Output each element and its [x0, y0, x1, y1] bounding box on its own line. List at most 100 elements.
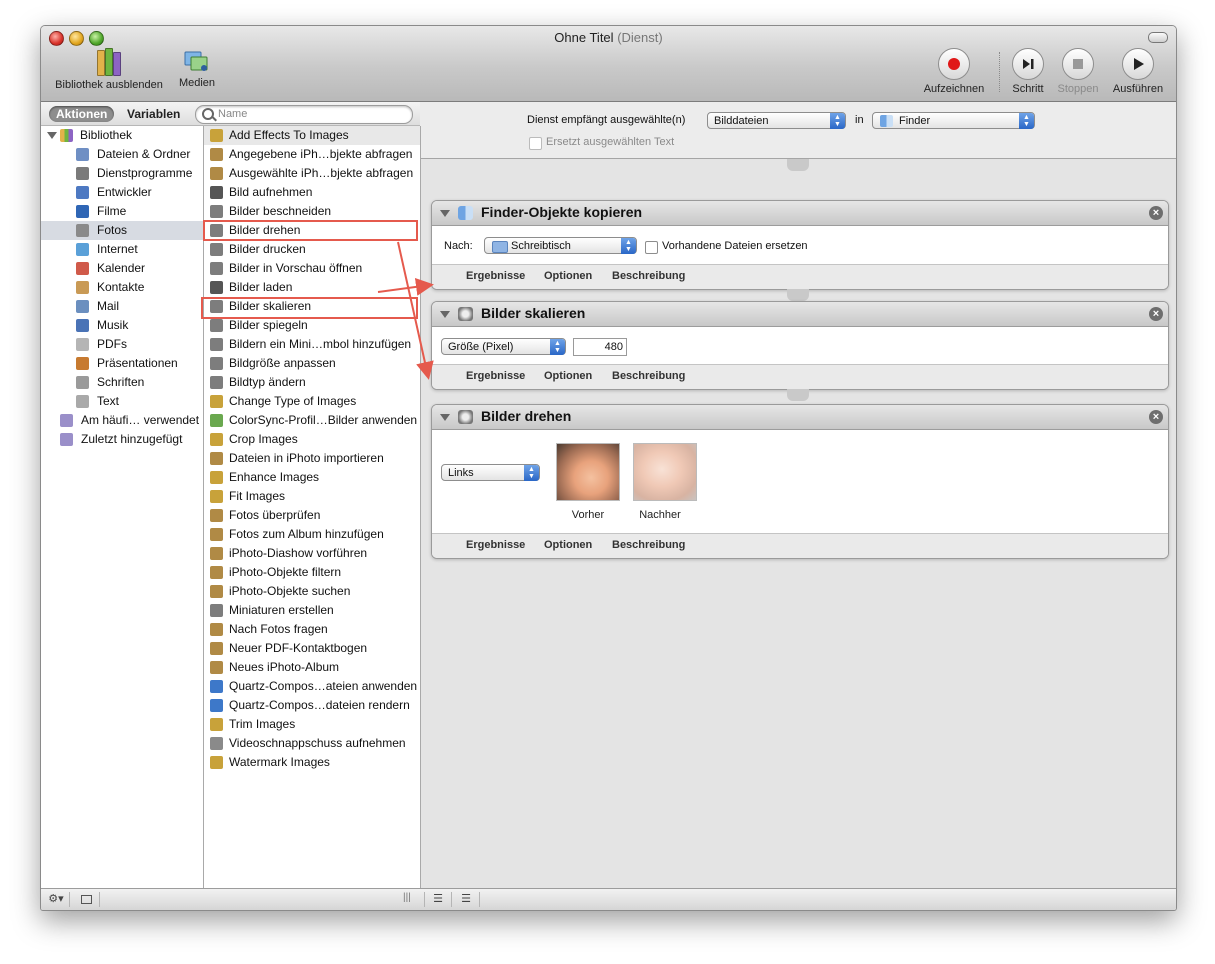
- action-item[interactable]: Miniaturen erstellen: [204, 601, 420, 620]
- action-item[interactable]: iPhoto-Objekte filtern: [204, 563, 420, 582]
- collapse-triangle-icon[interactable]: [440, 210, 450, 217]
- panel-title-bar[interactable]: Bilder skalieren ×: [432, 302, 1168, 327]
- action-item-label: Bilder laden: [229, 280, 293, 294]
- library-root[interactable]: Bibliothek: [41, 126, 203, 145]
- compact-view-button[interactable]: ☰: [453, 892, 480, 907]
- library-item[interactable]: Präsentationen: [41, 354, 203, 373]
- replace-text-checkbox[interactable]: [529, 137, 542, 150]
- close-panel-icon[interactable]: ×: [1149, 410, 1163, 424]
- tab-results[interactable]: Ergebnisse: [466, 270, 525, 282]
- action-item[interactable]: Videoschnappschuss aufnehmen: [204, 734, 420, 753]
- close-panel-icon[interactable]: ×: [1149, 307, 1163, 321]
- action-icon: [210, 642, 223, 655]
- library-item[interactable]: Kontakte: [41, 278, 203, 297]
- collapse-triangle-icon[interactable]: [440, 414, 450, 421]
- panel-title-bar[interactable]: Finder-Objekte kopieren ×: [432, 201, 1168, 226]
- action-item[interactable]: Bilder drucken: [204, 240, 420, 259]
- action-item[interactable]: Watermark Images: [204, 753, 420, 772]
- library-item[interactable]: Filme: [41, 202, 203, 221]
- tab-results[interactable]: Ergebnisse: [466, 539, 525, 551]
- text-icon: [76, 395, 89, 408]
- tab-results[interactable]: Ergebnisse: [466, 370, 525, 382]
- library-item[interactable]: Text: [41, 392, 203, 411]
- library-item[interactable]: Dienstprogramme: [41, 164, 203, 183]
- variables-segment[interactable]: Variablen: [127, 107, 180, 121]
- replace-files-checkbox[interactable]: [645, 241, 658, 254]
- actions-segment[interactable]: Aktionen: [49, 106, 115, 122]
- tab-options[interactable]: Optionen: [544, 539, 592, 551]
- tab-options[interactable]: Optionen: [544, 270, 592, 282]
- action-item[interactable]: Change Type of Images: [204, 392, 420, 411]
- action-item[interactable]: Angegebene iPh…bjekte abfragen: [204, 145, 420, 164]
- library-item[interactable]: Entwickler: [41, 183, 203, 202]
- destination-popup[interactable]: Schreibtisch ▲ ▼: [484, 237, 637, 254]
- tab-description[interactable]: Beschreibung: [612, 539, 685, 551]
- action-item[interactable]: Neuer PDF-Kontaktbogen: [204, 639, 420, 658]
- action-item[interactable]: Bilder laden: [204, 278, 420, 297]
- action-item[interactable]: Crop Images: [204, 430, 420, 449]
- action-item[interactable]: Fit Images: [204, 487, 420, 506]
- collapse-triangle-icon[interactable]: [440, 311, 450, 318]
- action-icon: [210, 623, 223, 636]
- action-icon: [210, 699, 223, 712]
- close-panel-icon[interactable]: ×: [1149, 206, 1163, 220]
- library-item[interactable]: Schriften: [41, 373, 203, 392]
- library-item[interactable]: Fotos: [41, 221, 203, 240]
- tab-options[interactable]: Optionen: [544, 370, 592, 382]
- list-view-button[interactable]: ☰: [424, 892, 452, 907]
- action-item[interactable]: Add Effects To Images: [204, 126, 420, 145]
- library-item[interactable]: Dateien & Ordner: [41, 145, 203, 164]
- tab-description[interactable]: Beschreibung: [612, 270, 685, 282]
- action-item[interactable]: Fotos überprüfen: [204, 506, 420, 525]
- column-resize-grip-icon[interactable]: |||: [403, 892, 411, 903]
- search-field[interactable]: Name: [195, 105, 413, 124]
- action-item[interactable]: Nach Fotos fragen: [204, 620, 420, 639]
- library-item[interactable]: Musik: [41, 316, 203, 335]
- scale-mode-popup[interactable]: Größe (Pixel) ▲ ▼: [441, 338, 566, 355]
- in-popup[interactable]: Finder ▲ ▼: [872, 112, 1035, 129]
- smart-folder-item[interactable]: Am häufi… verwendet: [41, 411, 203, 430]
- panel-connector: [787, 159, 809, 171]
- action-item[interactable]: iPhoto-Objekte suchen: [204, 582, 420, 601]
- tab-description[interactable]: Beschreibung: [612, 370, 685, 382]
- step-button[interactable]: Schritt: [1007, 48, 1049, 95]
- panel-title-bar[interactable]: Bilder drehen ×: [432, 405, 1168, 430]
- action-item[interactable]: Bildern ein Mini…mbol hinzufügen: [204, 335, 420, 354]
- record-button[interactable]: Aufzeichnen: [919, 48, 989, 95]
- receives-popup[interactable]: Bilddateien ▲ ▼: [707, 112, 846, 129]
- library-item[interactable]: Mail: [41, 297, 203, 316]
- action-item[interactable]: Bildtyp ändern: [204, 373, 420, 392]
- library-item[interactable]: PDFs: [41, 335, 203, 354]
- smart-folder-item[interactable]: Zuletzt hinzugefügt: [41, 430, 203, 449]
- action-item[interactable]: Fotos zum Album hinzufügen: [204, 525, 420, 544]
- action-item[interactable]: Enhance Images: [204, 468, 420, 487]
- action-item[interactable]: Quartz-Compos…dateien rendern: [204, 696, 420, 715]
- size-input[interactable]: 480: [573, 338, 627, 356]
- action-item[interactable]: Bilder in Vorschau öffnen: [204, 259, 420, 278]
- disclosure-triangle-icon[interactable]: [47, 132, 57, 139]
- preview-icon: [458, 410, 473, 424]
- action-item[interactable]: Bild aufnehmen: [204, 183, 420, 202]
- action-item[interactable]: Ausgewählte iPh…bjekte abfragen: [204, 164, 420, 183]
- action-item[interactable]: Quartz-Compos…ateien anwenden: [204, 677, 420, 696]
- before-label: Vorher: [571, 509, 605, 521]
- gear-menu-icon[interactable]: ⚙▾: [43, 892, 70, 907]
- action-item[interactable]: Dateien in iPhoto importieren: [204, 449, 420, 468]
- media-button[interactable]: Medien: [175, 48, 219, 89]
- action-item[interactable]: Bildgröße anpassen: [204, 354, 420, 373]
- show-description-button[interactable]: [73, 892, 100, 907]
- action-item[interactable]: Neues iPhoto-Album: [204, 658, 420, 677]
- action-item-label: Bildgröße anpassen: [229, 356, 336, 370]
- stop-button[interactable]: Stoppen: [1054, 48, 1102, 95]
- action-item[interactable]: Trim Images: [204, 715, 420, 734]
- action-panel-copy-finder-items: Finder-Objekte kopieren × Nach: Schreibt…: [431, 200, 1169, 290]
- action-icon: [210, 186, 223, 199]
- run-button[interactable]: Ausführen: [1107, 48, 1169, 95]
- library-toggle-button[interactable]: Bibliothek ausblenden: [49, 48, 169, 91]
- library-item[interactable]: Kalender: [41, 259, 203, 278]
- rotation-direction-popup[interactable]: Links ▲ ▼: [441, 464, 540, 481]
- action-item[interactable]: iPhoto-Diashow vorführen: [204, 544, 420, 563]
- library-item[interactable]: Internet: [41, 240, 203, 259]
- action-item[interactable]: Bilder beschneiden: [204, 202, 420, 221]
- action-item[interactable]: ColorSync-Profil…Bilder anwenden: [204, 411, 420, 430]
